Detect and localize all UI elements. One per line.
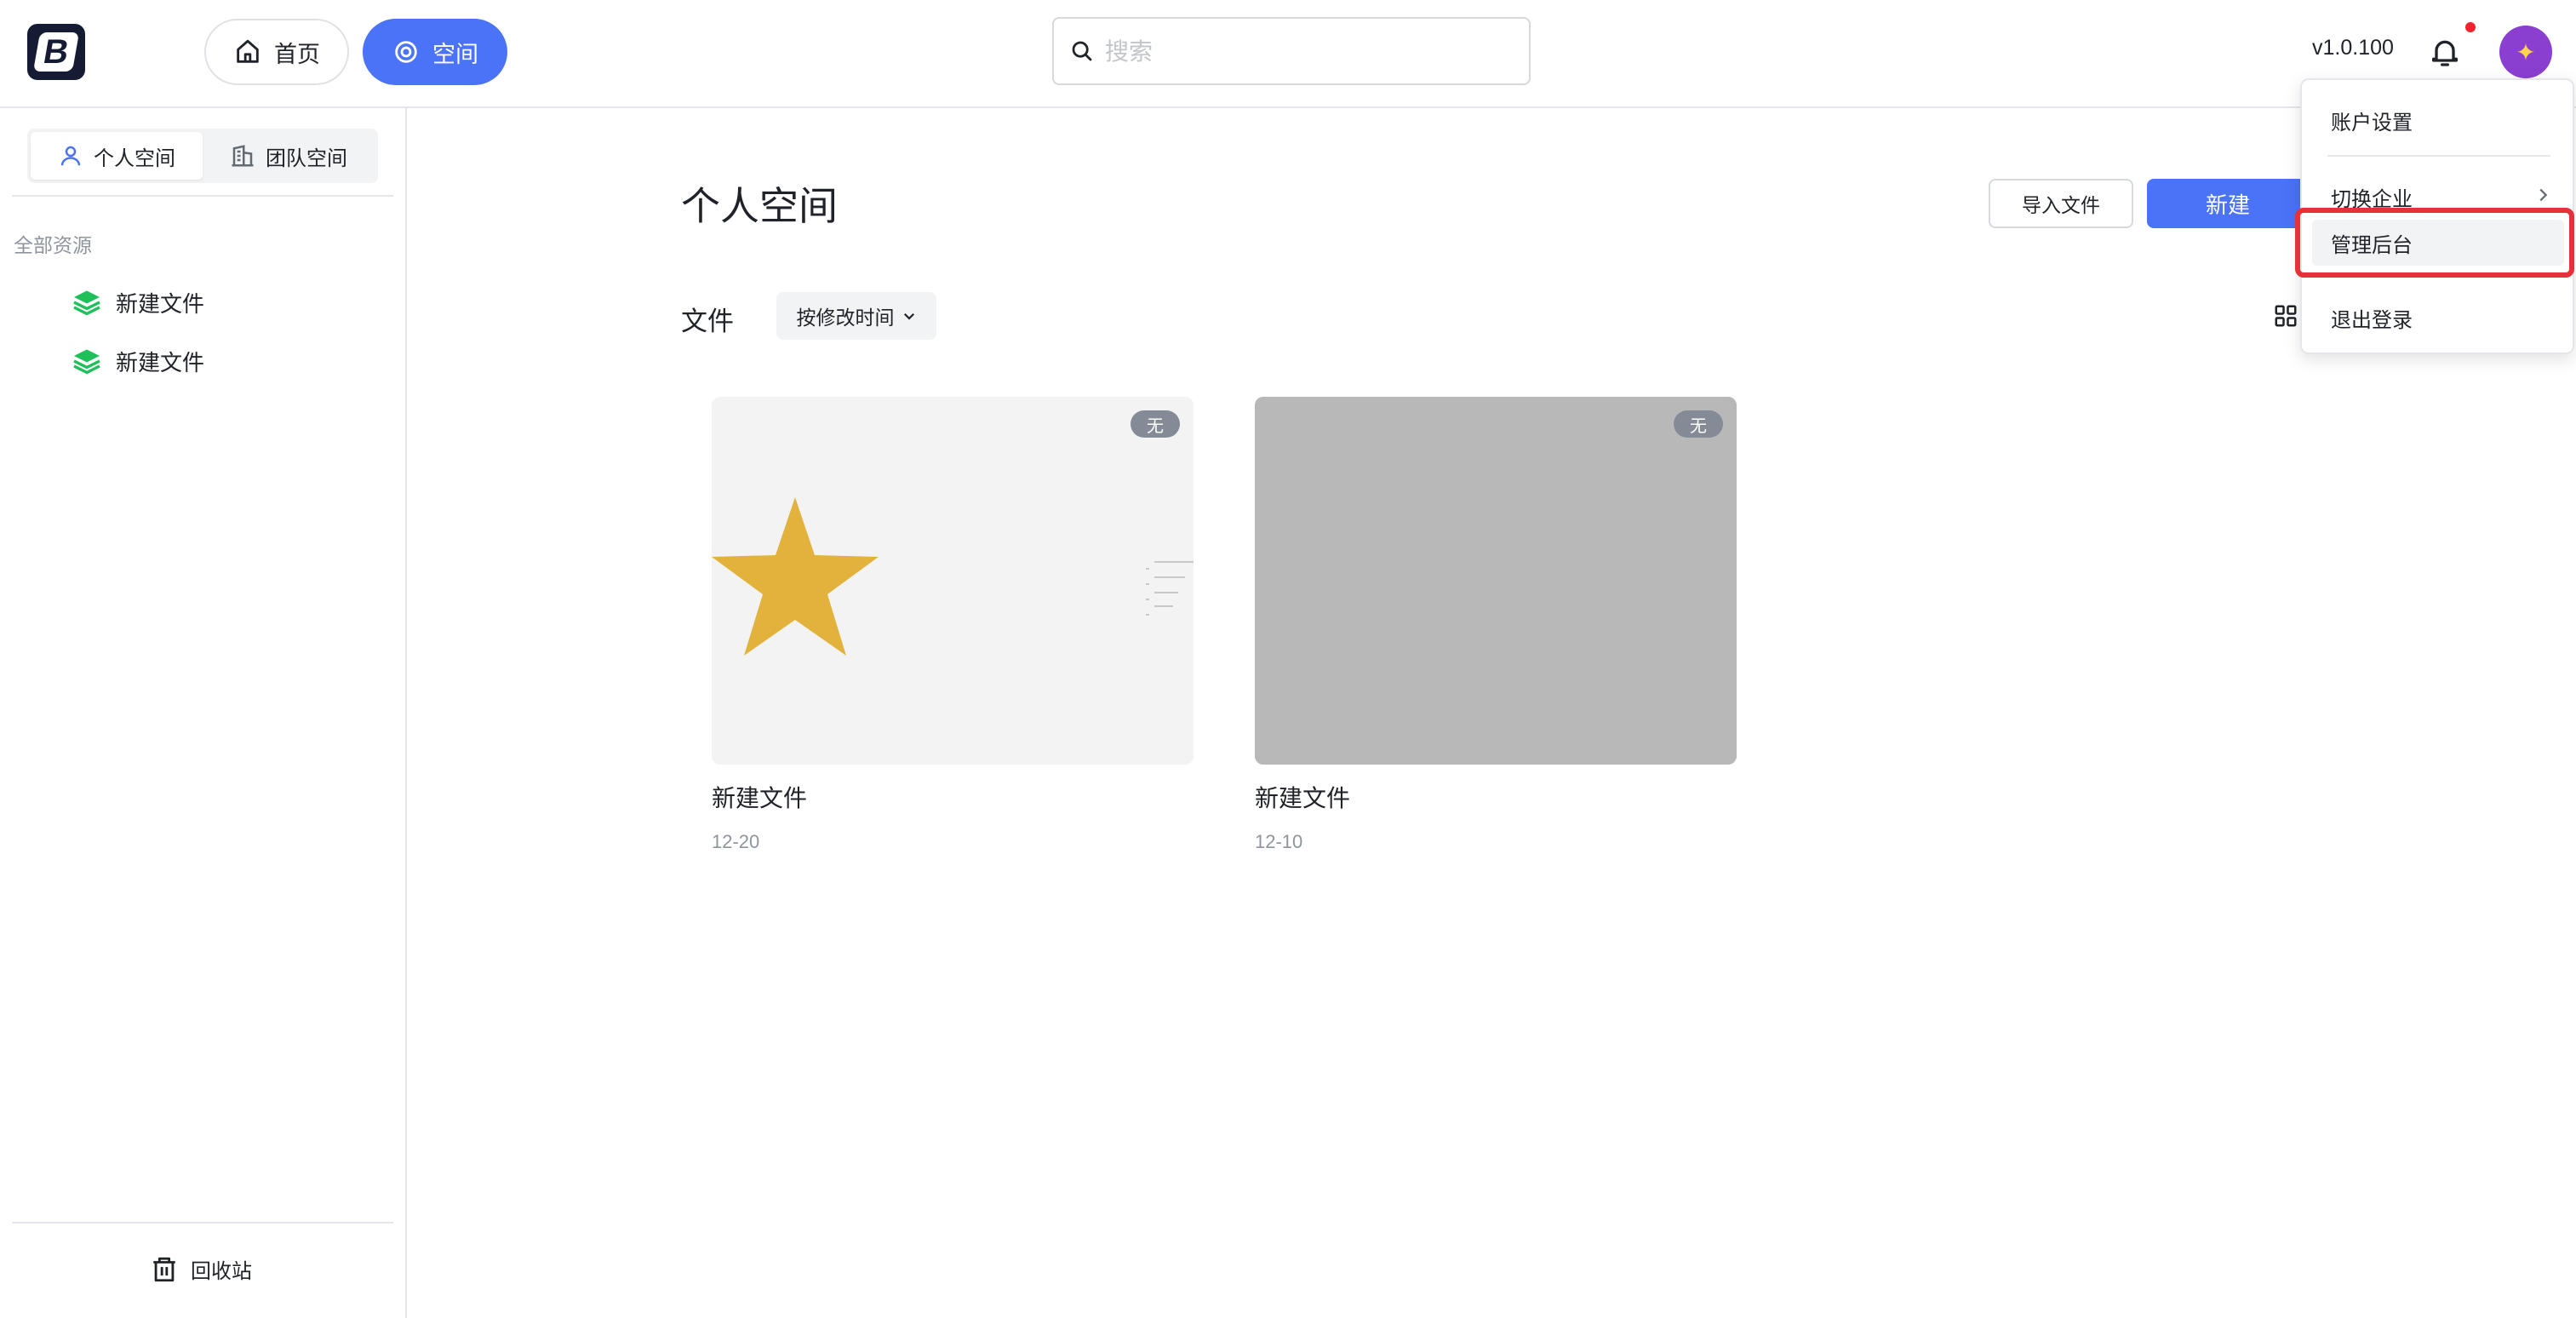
user-icon <box>60 146 81 166</box>
avatar-image-icon: ✦ <box>2516 37 2536 66</box>
nav-space-label: 空间 <box>432 41 478 68</box>
bell-icon[interactable] <box>2428 34 2462 70</box>
trash-icon <box>153 1257 175 1281</box>
user-avatar[interactable]: ✦ <box>2499 26 2552 78</box>
tab-team-space[interactable]: 团队空间 <box>203 132 375 180</box>
version-label: v1.0.100 <box>2312 36 2394 60</box>
menu-item-switch-company[interactable]: 切换企业 <box>2302 174 2573 220</box>
tab-personal-label: 个人空间 <box>94 146 175 170</box>
app-logo[interactable]: B <box>27 24 85 80</box>
search-icon <box>1072 41 1092 61</box>
file-card-date: 12-20 <box>712 831 760 852</box>
top-bar: B 首页 空间 v1.0.100 ✦ <box>0 0 2576 108</box>
file-thumbnail[interactable]: 无 <box>1255 397 1737 765</box>
menu-item-label: 切换企业 <box>2331 186 2413 211</box>
nav-home-label: 首页 <box>274 41 320 68</box>
logo-mark: B <box>32 32 80 72</box>
chevron-right-icon <box>2539 188 2548 202</box>
page-title: 个人空间 <box>681 183 838 229</box>
space-tabs: 个人空间 团队空间 <box>27 129 378 183</box>
menu-item-logout[interactable]: 退出登录 <box>2302 295 2573 341</box>
tab-personal-space[interactable]: 个人空间 <box>31 132 203 180</box>
sidebar-divider <box>12 195 393 197</box>
layers-icon <box>73 349 100 375</box>
menu-item-account-settings[interactable]: 账户设置 <box>2302 97 2573 143</box>
file-card-title: 新建文件 <box>1255 784 1351 812</box>
search-input[interactable] <box>1105 37 1514 66</box>
files-section-label: 文件 <box>681 307 734 337</box>
sidebar-item-file-1[interactable]: 新建文件 <box>72 281 204 324</box>
sidebar-bottom-divider <box>12 1222 393 1223</box>
file-thumbnail[interactable]: 无 <box>712 397 1194 765</box>
menu-item-label: 管理后台 <box>2331 232 2413 257</box>
sort-dropdown[interactable]: 按修改时间 <box>776 292 936 340</box>
new-button[interactable]: 新建 <box>2147 179 2309 228</box>
tab-team-label: 团队空间 <box>266 146 347 170</box>
user-dropdown-menu: 账户设置 切换企业 管理后台 退出登录 <box>2300 78 2574 354</box>
sidebar-item-label: 新建文件 <box>116 291 205 318</box>
building-icon <box>232 145 254 167</box>
space-orbit-icon <box>395 41 417 63</box>
nav-space-button[interactable]: 空间 <box>363 19 507 85</box>
menu-divider <box>2327 276 2550 278</box>
layers-icon <box>73 290 100 316</box>
chevron-down-icon <box>903 312 914 320</box>
minimap-lines-icon <box>1146 561 1194 616</box>
all-resources-label: 全部资源 <box>14 235 92 257</box>
star-icon <box>712 497 879 656</box>
menu-item-label: 退出登录 <box>2331 307 2413 332</box>
menu-item-admin-console[interactable]: 管理后台 <box>2312 220 2564 266</box>
file-card-date: 12-10 <box>1255 831 1303 852</box>
file-card-title: 新建文件 <box>712 784 808 812</box>
file-card[interactable]: 无 新建文件 12-10 <box>1255 397 1737 853</box>
sort-label: 按修改时间 <box>796 307 895 330</box>
status-badge: 无 <box>1131 410 1180 438</box>
recycle-bin-label: 回收站 <box>191 1259 252 1283</box>
sidebar-item-label: 新建文件 <box>116 350 205 376</box>
search-box[interactable] <box>1052 17 1531 85</box>
home-icon <box>237 39 259 63</box>
notification-dot <box>2465 22 2476 32</box>
menu-item-label: 账户设置 <box>2331 110 2413 135</box>
import-file-button[interactable]: 导入文件 <box>1989 179 2133 228</box>
recycle-bin-button[interactable]: 回收站 <box>150 1254 252 1284</box>
file-card[interactable]: 无 新建文件 12-20 <box>712 397 1194 853</box>
grid-view-icon[interactable] <box>2273 303 2298 329</box>
menu-divider <box>2327 155 2550 157</box>
nav-home-button[interactable]: 首页 <box>204 19 349 85</box>
status-badge: 无 <box>1674 410 1723 438</box>
sidebar: 个人空间 团队空间 全部资源 新建文件 新建文件 回收站 <box>0 108 407 1318</box>
sidebar-item-file-2[interactable]: 新建文件 <box>72 340 204 382</box>
